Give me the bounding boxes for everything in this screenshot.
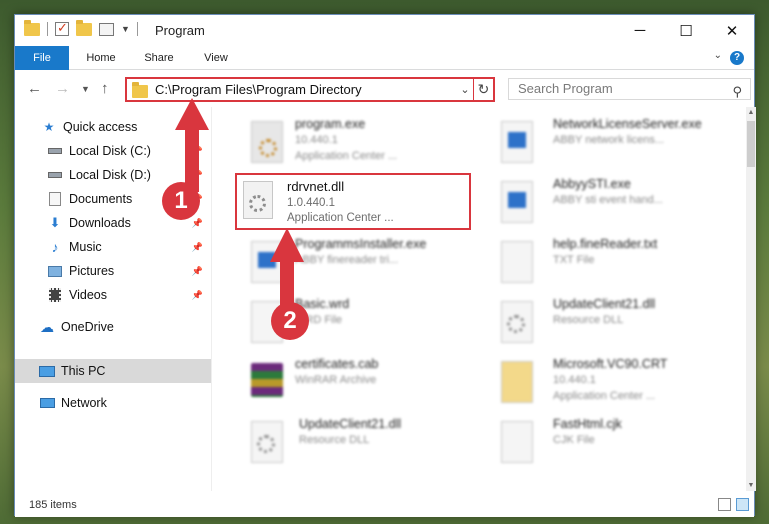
step-marker-1: 1	[162, 182, 200, 220]
step-marker-2: 2	[271, 302, 309, 340]
arrow-1	[175, 98, 209, 192]
annotation-arrows	[175, 98, 304, 306]
arrow-2	[270, 228, 304, 306]
